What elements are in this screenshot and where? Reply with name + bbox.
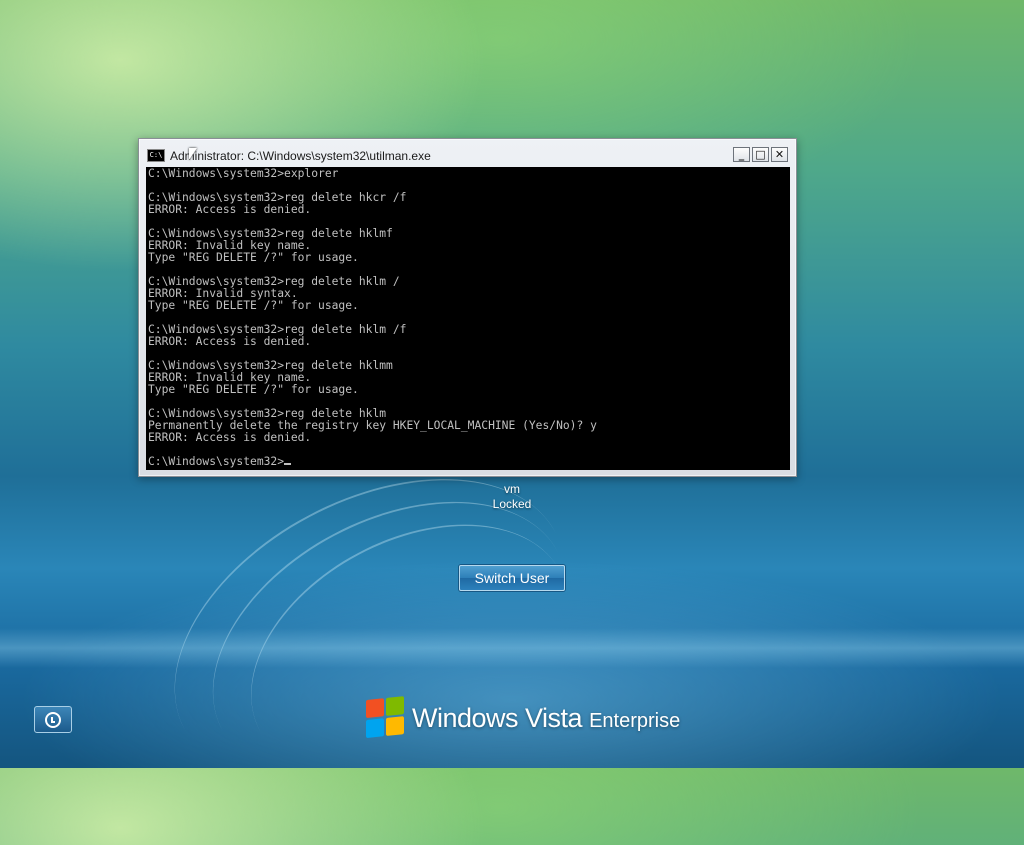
background-horizon <box>0 628 1024 668</box>
user-name: vm <box>504 482 520 496</box>
brand-edition: Enterprise <box>589 709 681 732</box>
console-prompt-line[interactable]: C:\Windows\system32> <box>148 456 790 468</box>
console-line: Type "REG DELETE /?" for usage. <box>148 299 359 312</box>
minimize-button[interactable]: _ <box>733 147 750 162</box>
window-controls: _ □ ✕ <box>733 147 788 162</box>
window-titlebar[interactable]: C:\ Administrator: C:\Windows\system32\u… <box>145 146 790 165</box>
switch-user-button[interactable]: Switch User <box>459 565 565 591</box>
window-title: Administrator: C:\Windows\system32\utilm… <box>170 148 431 163</box>
console-line: ERROR: Access is denied. <box>148 203 312 216</box>
console-line: ERROR: Access is denied. <box>148 335 312 348</box>
console-line: C:\Windows\system32>explorer <box>148 167 339 180</box>
user-status: Locked <box>492 497 532 511</box>
ease-of-access-button[interactable] <box>34 706 72 733</box>
mouse-pointer-icon <box>189 148 197 160</box>
close-button[interactable]: ✕ <box>771 147 788 162</box>
console-lines: C:\Windows\system32>explorer C:\Windows\s… <box>148 168 790 456</box>
windows-brand: Windows Vista Enterprise <box>366 696 681 740</box>
console-prompt: C:\Windows\system32> <box>148 455 285 468</box>
console-app-icon: C:\ <box>147 149 165 162</box>
console-line: Type "REG DELETE /?" for usage. <box>148 383 359 396</box>
text-cursor <box>284 463 292 465</box>
console-line: ERROR: Access is denied. <box>148 431 312 444</box>
windows-flag-icon <box>366 696 406 740</box>
ease-of-access-icon <box>45 711 61 728</box>
console-line: Type "REG DELETE /?" for usage. <box>148 251 359 264</box>
console-output[interactable]: C:\Windows\system32>explorer C:\Windows\s… <box>146 167 790 470</box>
brand-name: Windows Vista <box>412 702 583 733</box>
maximize-button[interactable]: □ <box>752 147 769 162</box>
command-prompt-window[interactable]: C:\ Administrator: C:\Windows\system32\u… <box>138 138 797 477</box>
